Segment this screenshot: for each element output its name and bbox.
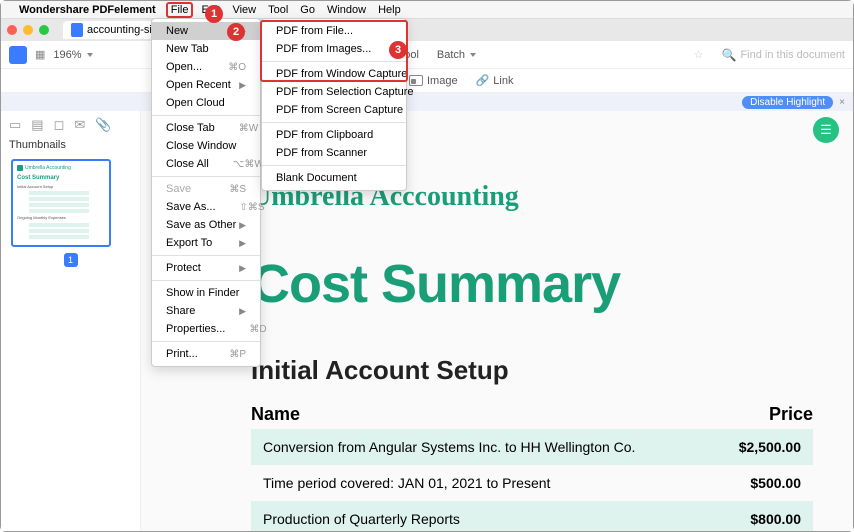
- search-placeholder: Find in this document: [740, 49, 845, 61]
- main-toolbar: ▦ 196% rm Security Tool Batch ☆ 🔍 Find i…: [1, 41, 853, 69]
- menu-save-as[interactable]: Save As...⇧⌘S: [152, 198, 260, 216]
- chevron-down-icon: [87, 53, 93, 57]
- menu-share[interactable]: Share▶: [152, 302, 260, 320]
- callout-badge-3: 3: [389, 41, 407, 59]
- attachment2-icon[interactable]: 📎: [95, 117, 111, 133]
- minimize-window-button[interactable]: [23, 25, 33, 35]
- zoom-level[interactable]: 196%: [53, 49, 92, 61]
- menu-close-tab[interactable]: Close Tab⌘W: [152, 119, 260, 137]
- close-window-button[interactable]: [7, 25, 17, 35]
- submenu-pdf-from-file[interactable]: PDF from File...: [262, 22, 406, 40]
- submenu-pdf-from-images[interactable]: PDF from Images...: [262, 40, 406, 58]
- menu-window[interactable]: Window: [327, 4, 366, 16]
- tab-bar: accounting-sign_opti × +: [1, 19, 853, 41]
- menu-help[interactable]: Help: [378, 4, 401, 16]
- pricing-table: Name Price Conversion from Angular Syste…: [251, 400, 813, 531]
- insert-image-button[interactable]: Image: [409, 75, 458, 87]
- sidebar-title: Thumbnails: [9, 139, 132, 151]
- submenu-pdf-clipboard[interactable]: PDF from Clipboard: [262, 126, 406, 144]
- menu-open[interactable]: Open...⌘O: [152, 58, 260, 76]
- image-icon: [409, 75, 423, 86]
- file-menu-dropdown: New▶ New Tab Open...⌘O Open Recent▶ Open…: [151, 18, 261, 367]
- menu-close-all[interactable]: Close All⌥⌘W: [152, 155, 260, 173]
- menu-close-window[interactable]: Close Window⇧⌘W: [152, 137, 260, 155]
- search-icon: 🔍: [721, 48, 736, 62]
- submenu-pdf-selection-capture[interactable]: PDF from Selection Capture: [262, 83, 406, 101]
- star-icon[interactable]: ☆: [694, 48, 704, 61]
- menu-export-to[interactable]: Export To▶: [152, 234, 260, 252]
- search-box[interactable]: 🔍 Find in this document: [721, 48, 845, 62]
- floating-action-button[interactable]: ☰: [813, 117, 839, 143]
- main-area: ▭ ▤ ◻ ✉ 📎 Thumbnails Umbrella Accounting…: [1, 111, 853, 531]
- chevron-right-icon: ▶: [239, 263, 246, 274]
- table-row: Conversion from Angular Systems Inc. to …: [251, 429, 813, 465]
- menu-open-recent[interactable]: Open Recent▶: [152, 76, 260, 94]
- attachments-icon[interactable]: ✉: [74, 117, 85, 133]
- bookmarks-icon[interactable]: ▤: [31, 117, 43, 133]
- app-name: Wondershare PDFelement: [19, 4, 156, 16]
- menu-properties[interactable]: Properties...⌘D: [152, 320, 260, 338]
- callout-badge-1: 1: [205, 5, 223, 23]
- note-icon: ☰: [820, 122, 832, 138]
- menu-file[interactable]: File: [166, 2, 194, 18]
- page-number-badge: 1: [64, 253, 78, 267]
- col-name: Name: [251, 404, 693, 425]
- thumbnails-toggle-icon[interactable]: ▦: [35, 48, 45, 61]
- menu-view[interactable]: View: [232, 4, 256, 16]
- toolbar-batch[interactable]: Batch: [437, 49, 476, 61]
- submenu-pdf-window-capture[interactable]: PDF from Window Capture: [262, 65, 406, 83]
- edit-toolbar: Image 🔗 Link: [1, 69, 853, 93]
- menu-save[interactable]: Save⌘S: [152, 180, 260, 198]
- col-price: Price: [693, 404, 813, 425]
- menu-save-other[interactable]: Save as Other▶: [152, 216, 260, 234]
- table-header: Name Price: [251, 400, 813, 429]
- table-row: Time period covered: JAN 01, 2021 to Pre…: [251, 465, 813, 501]
- table-row: Production of Quarterly Reports $800.00: [251, 501, 813, 531]
- new-submenu-dropdown: PDF from File... PDF from Images... PDF …: [261, 18, 407, 191]
- fullscreen-window-button[interactable]: [39, 25, 49, 35]
- menu-print[interactable]: Print...⌘P: [152, 345, 260, 363]
- doc-section: Initial Account Setup: [251, 355, 813, 386]
- app-logo-icon[interactable]: [9, 46, 27, 64]
- menu-new-tab[interactable]: New Tab: [152, 40, 260, 58]
- thumbnails-panel: ▭ ▤ ◻ ✉ 📎 Thumbnails Umbrella Accounting…: [1, 111, 141, 531]
- menu-tool[interactable]: Tool: [268, 4, 288, 16]
- chevron-right-icon: ▶: [239, 220, 246, 231]
- highlight-banner: Disable Highlight ×: [1, 93, 853, 111]
- page-thumbnail[interactable]: Umbrella Accounting Cost Summary Initial…: [11, 159, 111, 247]
- menu-go[interactable]: Go: [300, 4, 315, 16]
- thumbnails-icon[interactable]: ▭: [9, 117, 21, 133]
- chevron-right-icon: ▶: [239, 80, 246, 91]
- link-icon: 🔗: [476, 74, 490, 87]
- callout-badge-2: 2: [227, 23, 245, 41]
- comments-icon[interactable]: ◻: [54, 117, 65, 133]
- mac-menubar: Wondershare PDFelement File Edit View To…: [1, 1, 853, 19]
- close-banner-icon[interactable]: ×: [839, 97, 845, 108]
- chevron-right-icon: ▶: [239, 306, 246, 317]
- submenu-pdf-scanner[interactable]: PDF from Scanner: [262, 144, 406, 162]
- chevron-down-icon: [470, 53, 476, 57]
- menu-open-cloud[interactable]: Open Cloud: [152, 94, 260, 112]
- pdf-icon: [71, 23, 83, 37]
- submenu-pdf-screen-capture[interactable]: PDF from Screen Capture: [262, 101, 406, 119]
- window-controls: [7, 25, 49, 35]
- menu-show-in-finder[interactable]: Show in Finder: [152, 284, 260, 302]
- sidebar-icons: ▭ ▤ ◻ ✉ 📎: [9, 117, 132, 133]
- insert-link-button[interactable]: 🔗 Link: [476, 74, 514, 87]
- menu-protect[interactable]: Protect▶: [152, 259, 260, 277]
- doc-title: Cost Summary: [251, 253, 813, 315]
- submenu-blank-document[interactable]: Blank Document: [262, 169, 406, 187]
- chevron-right-icon: ▶: [239, 238, 246, 249]
- disable-highlight-button[interactable]: Disable Highlight: [742, 96, 833, 109]
